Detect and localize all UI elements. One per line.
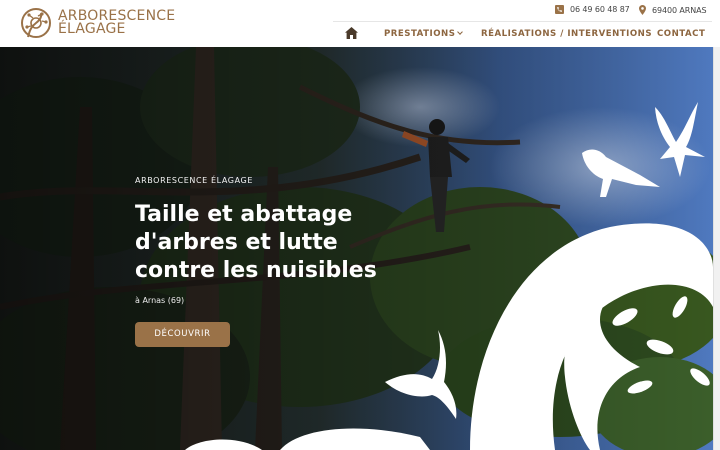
logo-line-2: ÉLAGAGE: [58, 21, 126, 37]
nav-item-prestations[interactable]: PRESTATIONS: [384, 29, 464, 39]
chevron-down-icon: [457, 29, 464, 35]
hero-location: à Arnas (69): [135, 296, 185, 305]
phone-link[interactable]: 06 49 60 48 87: [555, 5, 630, 14]
logo[interactable]: ARBORESCENCE ÉLAGAGE: [18, 7, 175, 39]
discover-button[interactable]: DÉCOUVRIR: [135, 322, 230, 347]
home-icon: [345, 27, 358, 39]
top-info-bar: 06 49 60 48 87 69400 ARNAS: [333, 0, 712, 22]
hero-content: ARBORESCENCE ÉLAGAGE Taille et abattage …: [135, 176, 395, 347]
hero-eyebrow: ARBORESCENCE ÉLAGAGE: [135, 176, 253, 185]
nav-item-realisations[interactable]: RÉALISATIONS / INTERVENTIONS: [481, 29, 652, 39]
tree-circle-logo-icon: [21, 8, 51, 38]
site-header: ARBORESCENCE ÉLAGAGE 06 49 60 48 87 6940…: [0, 0, 720, 47]
hero-title: Taille et abattage d'arbres et lutte con…: [135, 202, 377, 283]
nav-item-prestations-label: PRESTATIONS: [384, 29, 456, 39]
hero-banner: ARBORESCENCE ÉLAGAGE Taille et abattage …: [0, 47, 713, 450]
phone-number: 06 49 60 48 87: [570, 5, 630, 14]
main-nav: PRESTATIONS RÉALISATIONS / INTERVENTIONS…: [333, 23, 720, 47]
home-link[interactable]: [345, 27, 358, 42]
scrollbar[interactable]: [713, 47, 720, 450]
phone-icon: [555, 5, 564, 14]
map-pin-icon: [639, 5, 646, 15]
location-text: 69400 ARNAS: [652, 5, 707, 15]
nav-item-contact[interactable]: CONTACT: [657, 29, 705, 39]
location-link[interactable]: 69400 ARNAS: [639, 5, 707, 15]
logo-text: ARBORESCENCE ÉLAGAGE: [58, 9, 175, 37]
